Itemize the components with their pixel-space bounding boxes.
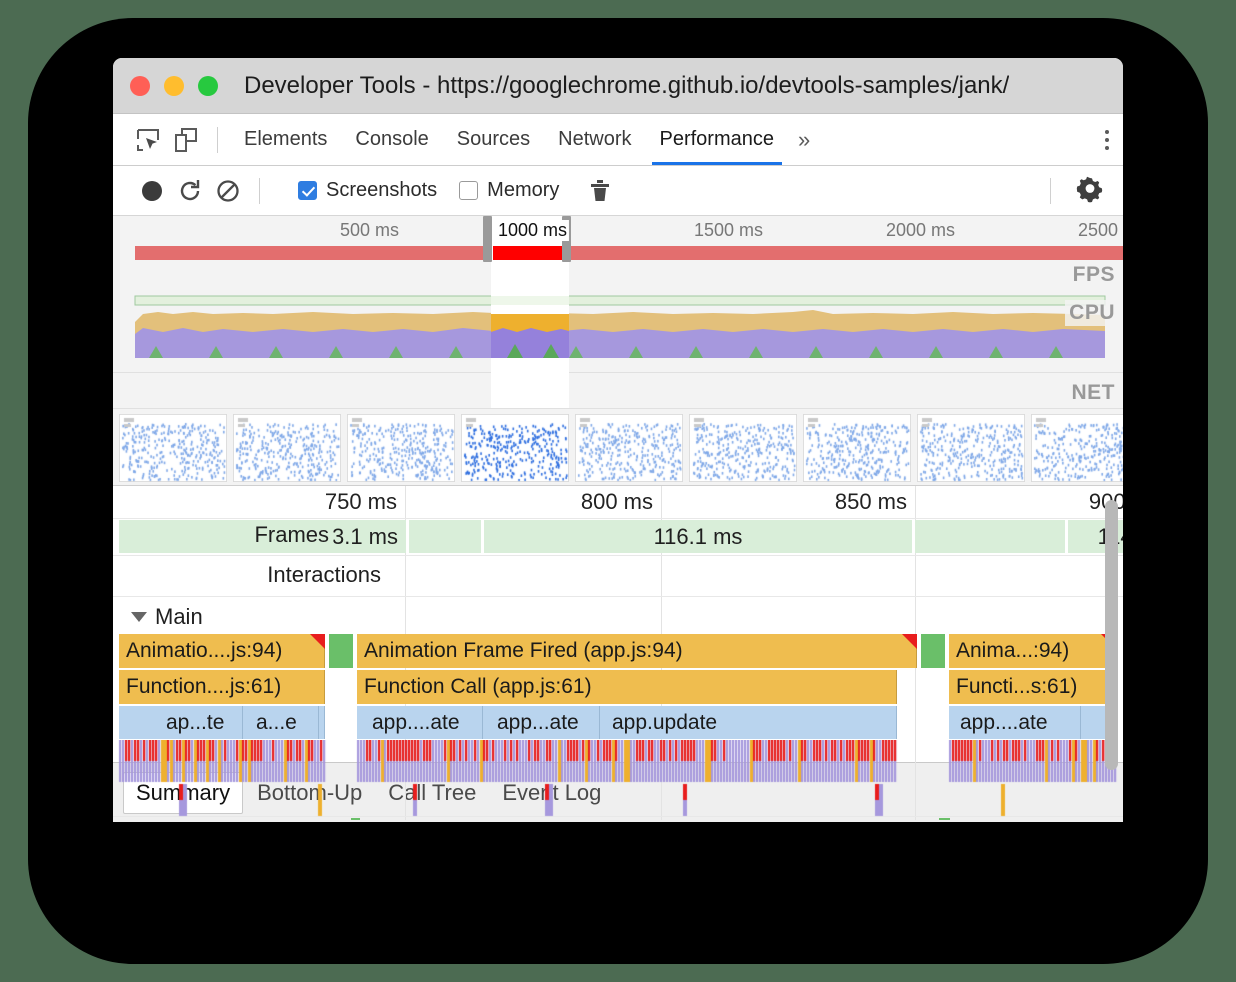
row-label-interactions: Interactions: [263, 562, 385, 588]
raster-block[interactable]: [939, 818, 950, 820]
memory-label: Memory: [487, 179, 559, 202]
selection-cpu-slice: [491, 288, 569, 358]
device-toolbar-icon[interactable]: [167, 121, 205, 159]
filmstrip-thumbnail[interactable]: [1031, 414, 1123, 482]
overview-fps-band: FPS: [113, 246, 1123, 288]
devtools-tab-strip: Elements Console Sources Network Perform…: [113, 114, 1123, 166]
control-divider-1: [259, 178, 260, 204]
tab-elements[interactable]: Elements: [230, 114, 341, 165]
flame-bar-function-call[interactable]: Functi...s:61): [949, 670, 1116, 704]
overview-selection-fps-bar: [493, 246, 567, 260]
row-divider: [113, 596, 1123, 597]
title-bar: Developer Tools - https://googlechrome.g…: [113, 58, 1123, 114]
close-window-button[interactable]: [130, 76, 150, 96]
kebab-menu-icon[interactable]: [1105, 130, 1109, 150]
filmstrip[interactable]: [113, 408, 1123, 486]
more-tabs-icon[interactable]: »: [788, 127, 820, 153]
row-header-main[interactable]: Main: [127, 604, 207, 630]
filmstrip-thumbnail[interactable]: [917, 414, 1025, 482]
filmstrip-thumbnail[interactable]: [803, 414, 911, 482]
flame-bar-app-update[interactable]: app....ate: [953, 706, 1081, 739]
frame-block[interactable]: 116.1 ms: [484, 520, 912, 553]
filmstrip-thumbnail[interactable]: [461, 414, 569, 482]
performance-control-bar: Screenshots Memory: [113, 166, 1123, 216]
flame-tick-800: 800 ms: [581, 489, 661, 515]
gear-icon[interactable]: [1075, 173, 1105, 208]
row-label-main: Main: [155, 604, 203, 630]
minimize-window-button[interactable]: [164, 76, 184, 96]
row-label-frames: Frames: [250, 522, 333, 548]
overview-lane-label-fps: FPS: [1069, 262, 1119, 288]
vertical-scrollbar[interactable]: [1105, 500, 1118, 770]
tab-performance[interactable]: Performance: [646, 114, 789, 165]
record-circle-icon[interactable]: [133, 172, 171, 210]
flame-dense-rows[interactable]: [113, 740, 1123, 820]
flame-chart[interactable]: 750 ms 800 ms 850 ms 900 ms 113.1 ms 116…: [113, 486, 1123, 820]
filmstrip-selection: [378, 409, 456, 486]
overview-lane-label-net: NET: [1068, 380, 1120, 406]
flame-bar-app-update[interactable]: app.update: [605, 706, 897, 739]
flame-bar-app-update[interactable]: ap...te: [159, 706, 243, 739]
fps-red-bar: [135, 246, 1123, 260]
trash-icon[interactable]: [581, 172, 619, 210]
filmstrip-thumbnail[interactable]: [689, 414, 797, 482]
net-baseline: [113, 372, 1123, 373]
flame-bar-animation-frame-fired[interactable]: Animatio....js:94): [119, 634, 325, 668]
toolbar-divider: [217, 127, 218, 153]
flame-bar-app-update[interactable]: app....ate: [365, 706, 483, 739]
memory-checkbox[interactable]: Memory: [459, 179, 559, 202]
screenshot-stage: Developer Tools - https://googlechrome.g…: [0, 0, 1236, 982]
flame-ruler[interactable]: 750 ms 800 ms 850 ms 900 ms: [113, 486, 1123, 518]
control-divider-2: [1050, 178, 1051, 204]
window-title: Developer Tools - https://googlechrome.g…: [244, 72, 1009, 100]
flame-bar-app-update[interactable]: app...ate: [490, 706, 600, 739]
tab-network[interactable]: Network: [544, 114, 645, 165]
cpu-usage-chart: [113, 288, 1123, 358]
screenshots-label: Screenshots: [326, 179, 437, 202]
row-divider: [113, 518, 1123, 519]
warning-triangle-icon: [310, 634, 325, 649]
flame-bar-animation-frame-fired[interactable]: Anima...:94): [949, 634, 1116, 668]
paint-block[interactable]: [329, 634, 353, 668]
flame-tick-850: 850 ms: [835, 489, 915, 515]
frame-block[interactable]: [409, 520, 481, 553]
chevron-down-icon[interactable]: [131, 612, 147, 622]
row-divider: [113, 555, 1123, 556]
frame-block[interactable]: [915, 520, 1065, 553]
overview-cpu-band: CPU: [113, 288, 1123, 358]
filmstrip-thumbnail[interactable]: [119, 414, 227, 482]
filmstrip-thumbnail[interactable]: [575, 414, 683, 482]
flame-tick-750: 750 ms: [325, 489, 405, 515]
timeline-overview[interactable]: 500 ms 1000 ms 1500 ms 2000 ms 2500 ms F…: [113, 216, 1123, 408]
filmstrip-thumbnail[interactable]: [233, 414, 341, 482]
overview-lane-label-cpu: CPU: [1065, 300, 1119, 326]
tab-sources[interactable]: Sources: [443, 114, 544, 165]
selection-handle-left[interactable]: [483, 216, 492, 262]
inspect-element-icon[interactable]: [129, 121, 167, 159]
flame-bar-animation-frame-fired[interactable]: Animation Frame Fired (app.js:94): [357, 634, 917, 668]
screenshots-checkbox[interactable]: Screenshots: [298, 179, 437, 202]
overview-tick-2000: 2000 ms: [886, 220, 961, 241]
paint-block[interactable]: [921, 634, 945, 668]
flame-bar-function-call[interactable]: Function....js:61): [119, 670, 325, 704]
warning-triangle-icon: [902, 634, 917, 649]
overview-tick-1500: 1500 ms: [694, 220, 769, 241]
no-entry-clear-icon[interactable]: [209, 172, 247, 210]
overview-net-band: NET: [113, 358, 1123, 408]
raster-block[interactable]: [351, 818, 360, 820]
tab-console[interactable]: Console: [341, 114, 442, 165]
reload-record-icon[interactable]: [171, 172, 209, 210]
maximize-window-button[interactable]: [198, 76, 218, 96]
overview-tick-500: 500 ms: [340, 220, 405, 241]
screenshots-checkbox-box[interactable]: [298, 181, 317, 200]
memory-checkbox-box[interactable]: [459, 181, 478, 200]
flame-bar-function-call[interactable]: Function Call (app.js:61): [357, 670, 897, 704]
devtools-window: Developer Tools - https://googlechrome.g…: [113, 58, 1123, 822]
flame-bar-app-update[interactable]: a...e: [249, 706, 319, 739]
overview-ruler[interactable]: 500 ms 1000 ms 1500 ms 2000 ms 2500 ms: [113, 216, 1123, 246]
overview-tick-2500: 2500 ms: [1078, 220, 1123, 241]
overview-tick-1000: 1000 ms: [498, 220, 569, 241]
